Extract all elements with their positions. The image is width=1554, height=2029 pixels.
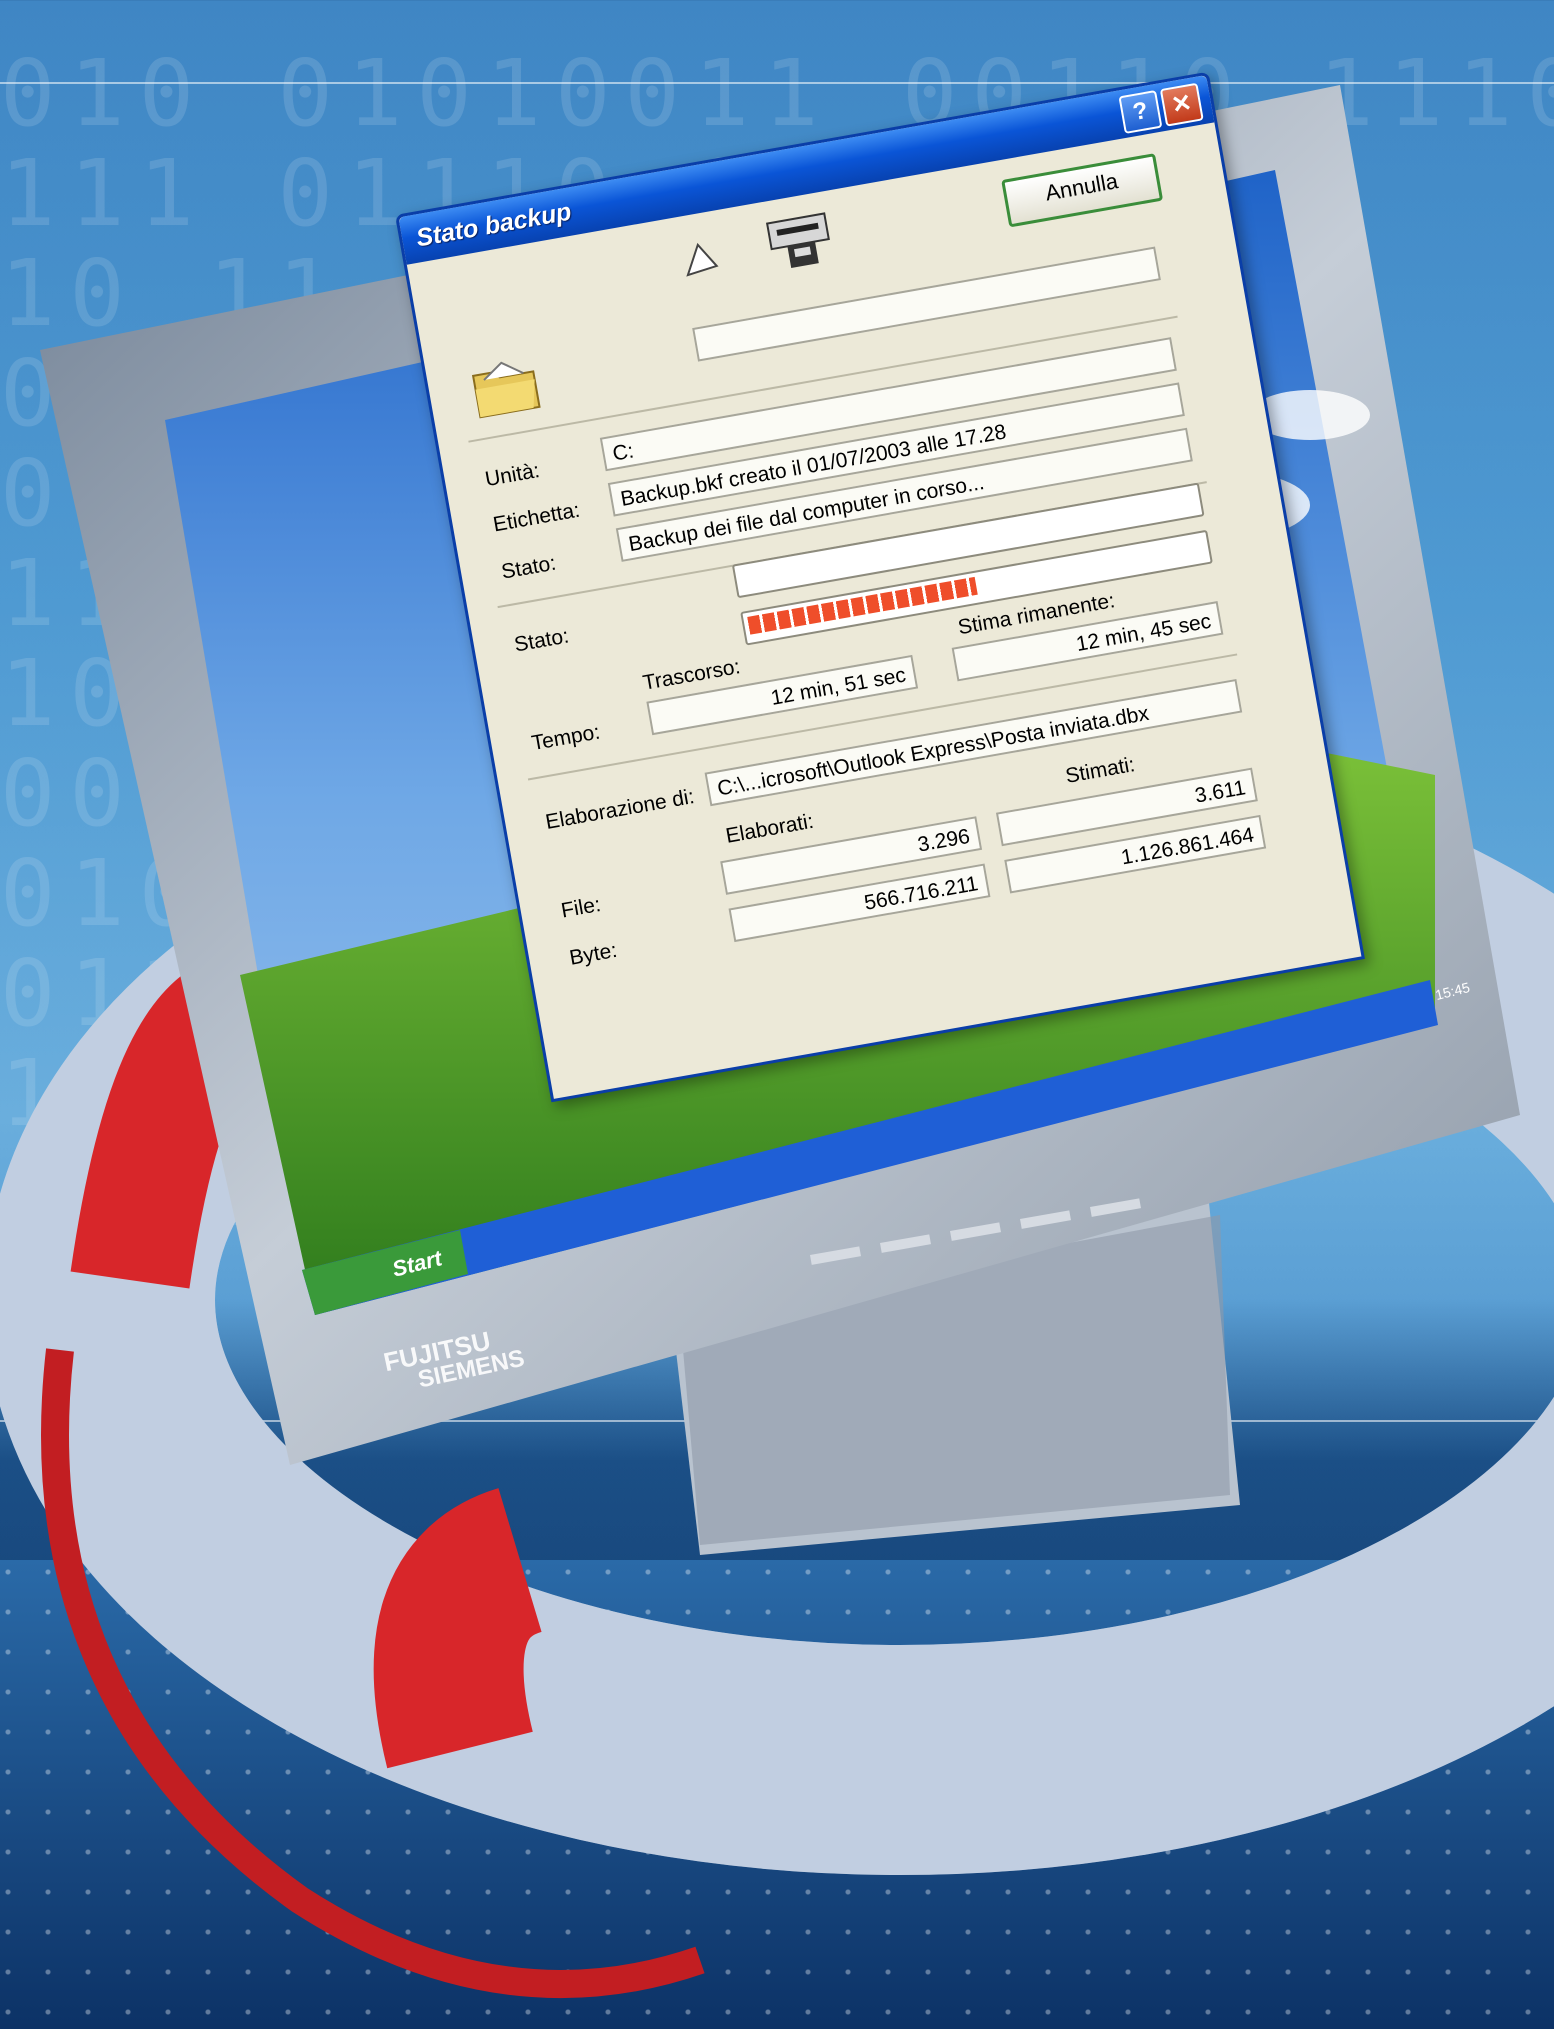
cancel-button[interactable]: Annulla <box>1001 153 1164 228</box>
help-button[interactable]: ? <box>1118 89 1163 135</box>
label-etichetta: Etichetta: <box>491 498 582 537</box>
label-stato: Stato: <box>499 551 558 584</box>
label-stato-progress: Stato: <box>512 624 571 657</box>
label-file: File: <box>559 892 603 923</box>
label-tempo: Tempo: <box>529 720 602 756</box>
blank-field <box>692 246 1161 362</box>
label-elaborazione: Elaborazione di: <box>543 785 697 834</box>
label-stimati: Stimati: <box>1063 753 1137 788</box>
backup-status-dialog: Stato backup ? ✕ Annulla Unità: Etichett… <box>395 71 1365 1103</box>
folder-icon <box>471 361 541 419</box>
close-button[interactable]: ✕ <box>1159 82 1204 127</box>
label-elaborati: Elaborati: <box>723 809 816 848</box>
tape-drive-icon <box>765 212 830 269</box>
label-unita: Unità: <box>483 458 542 492</box>
flying-paper-icon <box>686 242 719 277</box>
label-byte: Byte: <box>567 938 619 970</box>
